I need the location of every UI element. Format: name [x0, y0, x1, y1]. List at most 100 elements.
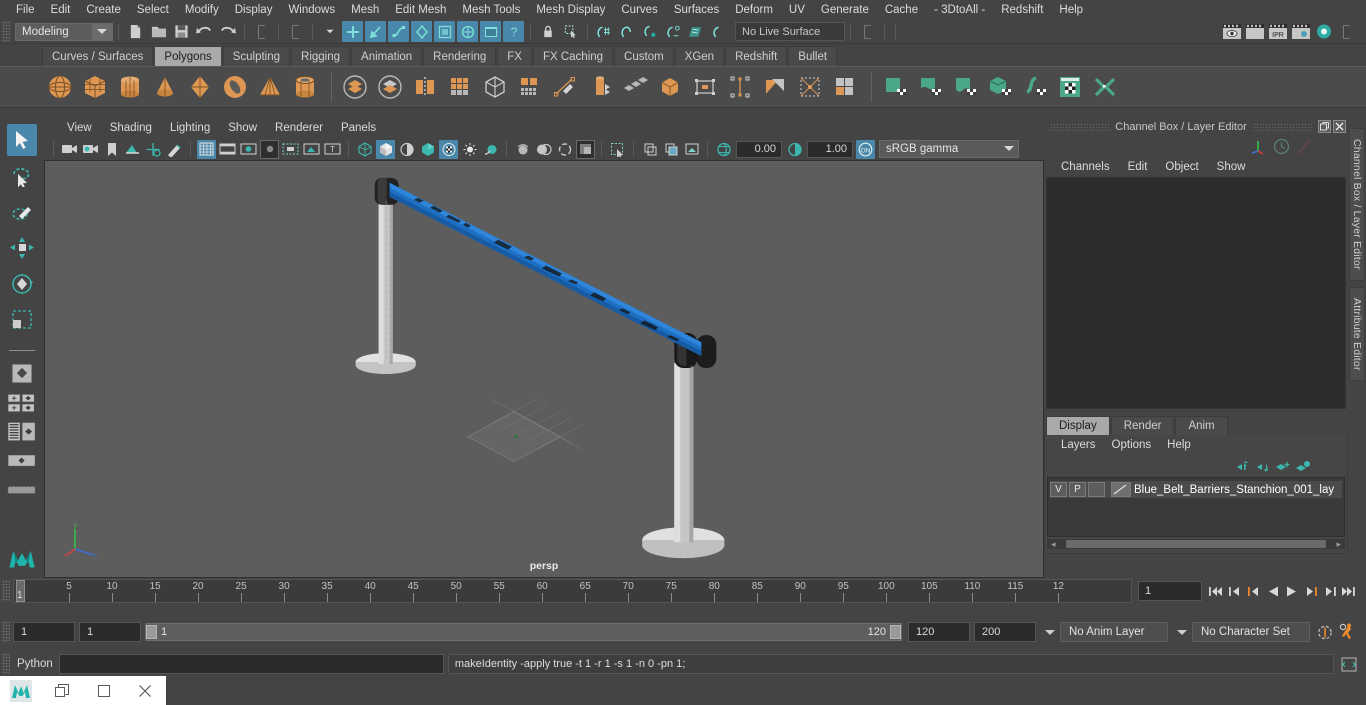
lasso-select-tool[interactable]	[7, 160, 37, 192]
select-by-hierarchy-icon[interactable]	[251, 21, 272, 42]
layer-list-scrollbar[interactable]: ◂ ▸	[1047, 539, 1345, 549]
undock-icon[interactable]	[1318, 120, 1331, 133]
menu-edit-mesh[interactable]: Edit Mesh	[387, 0, 454, 20]
pinch-tool-icon[interactable]	[1019, 70, 1051, 104]
safe-action-icon[interactable]	[302, 140, 321, 159]
menu-modify[interactable]: Modify	[177, 0, 227, 20]
menu-uv[interactable]: UV	[781, 0, 813, 20]
layer-list[interactable]: V P Blue_Belt_Barriers_Stanchion_001_lay	[1047, 477, 1345, 537]
viewport-3d[interactable]: y z x persp	[44, 160, 1044, 578]
save-scene-icon[interactable]	[171, 21, 192, 42]
time-slider-track[interactable]: 1 5 10 15 20 25 30 35 40 45 50 55 60 65 70 75 80 85 90 95 1…	[13, 579, 1132, 603]
panel-grip-right[interactable]	[1252, 122, 1312, 131]
step-forward-frame-icon[interactable]	[1302, 581, 1319, 601]
textured-icon[interactable]	[418, 140, 437, 159]
anim-start-field[interactable]: 1	[13, 622, 75, 642]
shelf-tab-bullet[interactable]: Bullet	[788, 46, 838, 66]
shelf-tab-rigging[interactable]: Rigging	[291, 46, 351, 66]
depth-of-field-icon[interactable]	[555, 140, 574, 159]
offset-edge-loop-icon[interactable]	[759, 70, 791, 104]
range-bar[interactable]: 1 120	[145, 623, 902, 641]
ipr-render-icon[interactable]: IPR	[1267, 21, 1288, 42]
menu-create[interactable]: Create	[78, 0, 129, 20]
play-backwards-icon[interactable]	[1264, 581, 1281, 601]
paint-select-tool[interactable]	[7, 196, 37, 228]
play-forwards-icon[interactable]	[1283, 581, 1300, 601]
new-scene-icon[interactable]	[125, 21, 146, 42]
quad-draw-icon[interactable]	[619, 70, 651, 104]
menu-select[interactable]: Select	[129, 0, 177, 20]
layer-menu-options[interactable]: Options	[1104, 439, 1160, 451]
chevron-down-icon[interactable]	[1004, 146, 1014, 151]
step-forward-keyframe-icon[interactable]	[1321, 581, 1338, 601]
snap-curve-icon[interactable]	[617, 21, 638, 42]
menu-edit[interactable]: Edit	[43, 0, 79, 20]
minimize-window-icon[interactable]	[83, 676, 125, 705]
layer-tab-display[interactable]: Display	[1046, 416, 1110, 435]
flood-tool-icon[interactable]	[1054, 70, 1086, 104]
range-slider-grip[interactable]	[2, 621, 10, 643]
gamma-icon[interactable]	[785, 140, 804, 159]
new-layer-icon[interactable]	[1273, 457, 1293, 475]
layer-visibility-toggle[interactable]: V	[1050, 482, 1067, 497]
exposure-icon[interactable]	[714, 140, 733, 159]
character-set-selector[interactable]: No Character Set	[1192, 622, 1310, 642]
select-tool[interactable]	[7, 124, 37, 156]
poly-sphere-icon[interactable]	[44, 70, 76, 104]
select-mask-surfaces-icon[interactable]	[411, 21, 432, 42]
gamma-field[interactable]: 1.00	[807, 140, 853, 158]
move-layer-down-icon[interactable]	[1253, 457, 1273, 475]
render-current-frame-icon[interactable]	[1244, 21, 1265, 42]
step-back-keyframe-icon[interactable]	[1226, 581, 1243, 601]
chevron-down-icon-2[interactable]	[1177, 629, 1187, 635]
shelf-tab-fx-caching[interactable]: FX Caching	[532, 46, 614, 66]
chevron-down-icon[interactable]	[1045, 629, 1055, 635]
channel-box-menu-edit[interactable]: Edit	[1119, 161, 1157, 173]
channel-box-content[interactable]	[1046, 177, 1346, 409]
two-d-pan-zoom-icon[interactable]	[144, 140, 163, 159]
extrude-icon[interactable]	[654, 70, 686, 104]
resolution-gate-icon[interactable]	[239, 140, 258, 159]
relax-tool-icon[interactable]	[984, 70, 1016, 104]
scale-tool[interactable]	[7, 304, 37, 336]
move-layer-up-icon[interactable]	[1233, 457, 1253, 475]
menu-mesh-tools[interactable]: Mesh Tools	[454, 0, 528, 20]
viewport-menu-lighting[interactable]: Lighting	[161, 122, 219, 134]
snap-projected-center-icon[interactable]	[663, 21, 684, 42]
select-camera-icon[interactable]	[60, 140, 79, 159]
exposure-field[interactable]: 0.00	[736, 140, 782, 158]
snap-point-icon[interactable]	[640, 21, 661, 42]
single-perspective-layout[interactable]	[7, 361, 37, 387]
grid-icon[interactable]	[197, 139, 216, 159]
bevel-icon[interactable]	[689, 70, 721, 104]
gate-mask-icon[interactable]	[260, 139, 279, 159]
layer-tab-anim[interactable]: Anim	[1175, 416, 1228, 435]
new-layer-from-selected-icon[interactable]	[1293, 457, 1313, 475]
multi-cut-icon[interactable]	[549, 70, 581, 104]
shelf-tab-custom[interactable]: Custom	[614, 46, 674, 66]
color-management-selector[interactable]: sRGB gamma	[879, 140, 1019, 158]
isolate-select-icon[interactable]	[576, 139, 595, 159]
select-mask-deformations-icon[interactable]	[434, 21, 455, 42]
collapse-bar-icon[interactable]	[857, 21, 878, 42]
layer-type-toggle[interactable]	[1088, 482, 1105, 497]
append-polygon-icon[interactable]	[829, 70, 861, 104]
step-back-frame-icon[interactable]	[1245, 581, 1262, 601]
poly-torus-icon[interactable]	[219, 70, 251, 104]
shelf-tab-redshift[interactable]: Redshift	[725, 46, 788, 66]
layer-menu-help[interactable]: Help	[1159, 439, 1199, 451]
layer-playback-toggle[interactable]: P	[1069, 482, 1086, 497]
select-mask-curves-icon[interactable]	[388, 21, 409, 42]
viewport-menu-view[interactable]: View	[58, 122, 101, 134]
poly-pyramid-icon[interactable]	[254, 70, 286, 104]
menu-windows[interactable]: Windows	[280, 0, 343, 20]
shelf-tab-animation[interactable]: Animation	[351, 46, 423, 66]
film-gate-icon[interactable]	[218, 140, 237, 159]
shelf-tab-polygons[interactable]: Polygons	[154, 46, 222, 66]
menu-3dtoall[interactable]: - 3DtoAll -	[926, 0, 993, 20]
anim-layer-selector[interactable]: No Anim Layer	[1060, 622, 1168, 642]
channel-box-menu-channels[interactable]: Channels	[1052, 161, 1119, 173]
use-default-material-icon[interactable]	[397, 140, 416, 159]
render-view-icon[interactable]	[1221, 21, 1242, 42]
menu-help[interactable]: Help	[1051, 0, 1091, 20]
